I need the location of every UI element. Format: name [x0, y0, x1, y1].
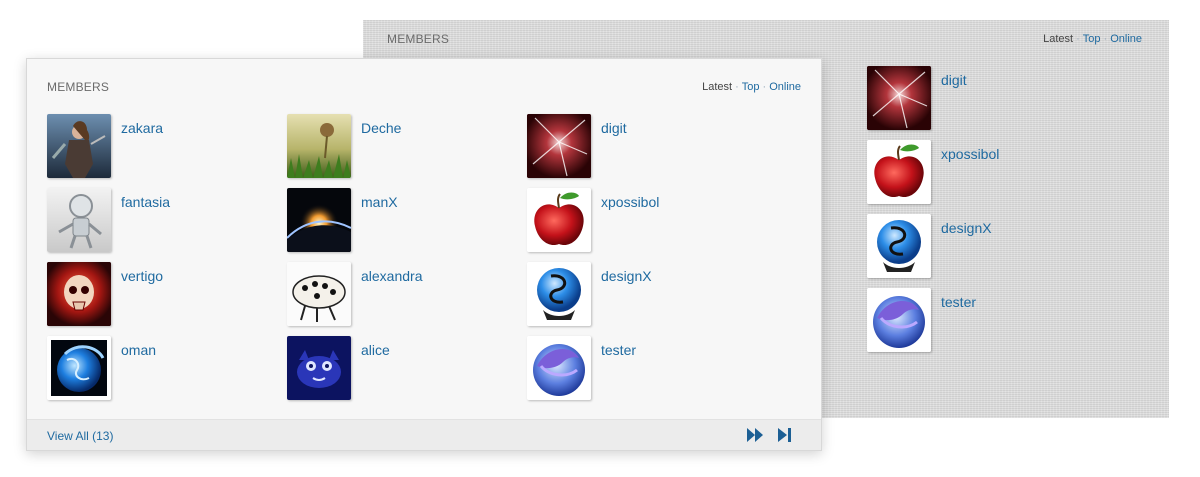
member-item: xpossibol: [527, 188, 767, 262]
avatar[interactable]: [287, 188, 351, 252]
member-name[interactable]: designX: [941, 220, 992, 236]
avatar[interactable]: [867, 66, 931, 130]
member-item: fantasia: [47, 188, 287, 262]
member-name[interactable]: digit: [601, 120, 627, 136]
avatar[interactable]: [527, 262, 591, 326]
member-name[interactable]: alice: [361, 342, 390, 358]
avatar[interactable]: [47, 262, 111, 326]
member-name[interactable]: fantasia: [121, 194, 170, 210]
filter-top[interactable]: Top: [1083, 33, 1101, 45]
filter-online[interactable]: Online: [769, 81, 801, 93]
member-name[interactable]: vertigo: [121, 268, 163, 284]
widget-title: MEMBERS: [387, 32, 450, 46]
avatar[interactable]: [527, 114, 591, 178]
member-item: designX: [527, 262, 767, 336]
member-name[interactable]: tester: [601, 342, 636, 358]
member-item: alice: [287, 336, 527, 410]
separator-dot: ·: [735, 81, 739, 93]
member-name[interactable]: zakara: [121, 120, 163, 136]
view-all-link[interactable]: View All (13): [47, 429, 113, 443]
member-item: digit: [867, 66, 1067, 140]
member-item: xpossibol: [867, 140, 1067, 214]
member-name[interactable]: alexandra: [361, 268, 423, 284]
member-name[interactable]: tester: [941, 294, 976, 310]
member-name[interactable]: xpossibol: [601, 194, 659, 210]
member-item: manX: [287, 188, 527, 262]
separator-dot: ·: [762, 81, 767, 93]
pager: [747, 428, 793, 442]
member-item: oman: [47, 336, 287, 410]
member-name[interactable]: digit: [941, 72, 967, 88]
filter-top[interactable]: Top: [742, 81, 760, 93]
avatar[interactable]: [527, 336, 591, 400]
avatar[interactable]: [527, 188, 591, 252]
member-name[interactable]: Deche: [361, 120, 401, 136]
avatar[interactable]: [867, 288, 931, 352]
widget-footer: View All (13): [27, 419, 821, 450]
member-item: tester: [527, 336, 767, 410]
avatar[interactable]: [47, 336, 111, 400]
avatar[interactable]: [47, 114, 111, 178]
member-item: zakara: [47, 114, 287, 188]
skip-to-end-icon[interactable]: [777, 428, 793, 442]
member-list: digit xpossibol designX tester: [867, 66, 1067, 362]
avatar[interactable]: [287, 114, 351, 178]
member-item: alexandra: [287, 262, 527, 336]
fast-forward-icon[interactable]: [747, 428, 763, 442]
avatar[interactable]: [867, 214, 931, 278]
filter-online[interactable]: Online: [1110, 33, 1142, 45]
member-name[interactable]: xpossibol: [941, 146, 999, 162]
separator-dot: ·: [1103, 33, 1108, 45]
widget-title: MEMBERS: [47, 80, 110, 94]
members-widget: MEMBERS Latest · Top · Online zakara Deche d…: [26, 58, 822, 451]
avatar[interactable]: [867, 140, 931, 204]
member-grid: zakara Deche digit fantasia manX xpossib…: [47, 114, 767, 410]
member-name[interactable]: oman: [121, 342, 156, 358]
avatar[interactable]: [287, 262, 351, 326]
member-item: digit: [527, 114, 767, 188]
member-filter-tabs: Latest · Top · Online: [702, 81, 801, 93]
member-name[interactable]: designX: [601, 268, 652, 284]
member-item: vertigo: [47, 262, 287, 336]
filter-latest[interactable]: Latest: [1043, 33, 1073, 45]
avatar[interactable]: [47, 188, 111, 252]
member-item: designX: [867, 214, 1067, 288]
member-filter-tabs: Latest · Top · Online: [1043, 33, 1142, 45]
separator-dot: ·: [1076, 33, 1080, 45]
member-item: Deche: [287, 114, 527, 188]
member-item: tester: [867, 288, 1067, 362]
filter-latest[interactable]: Latest: [702, 81, 732, 93]
avatar[interactable]: [287, 336, 351, 400]
member-name[interactable]: manX: [361, 194, 398, 210]
